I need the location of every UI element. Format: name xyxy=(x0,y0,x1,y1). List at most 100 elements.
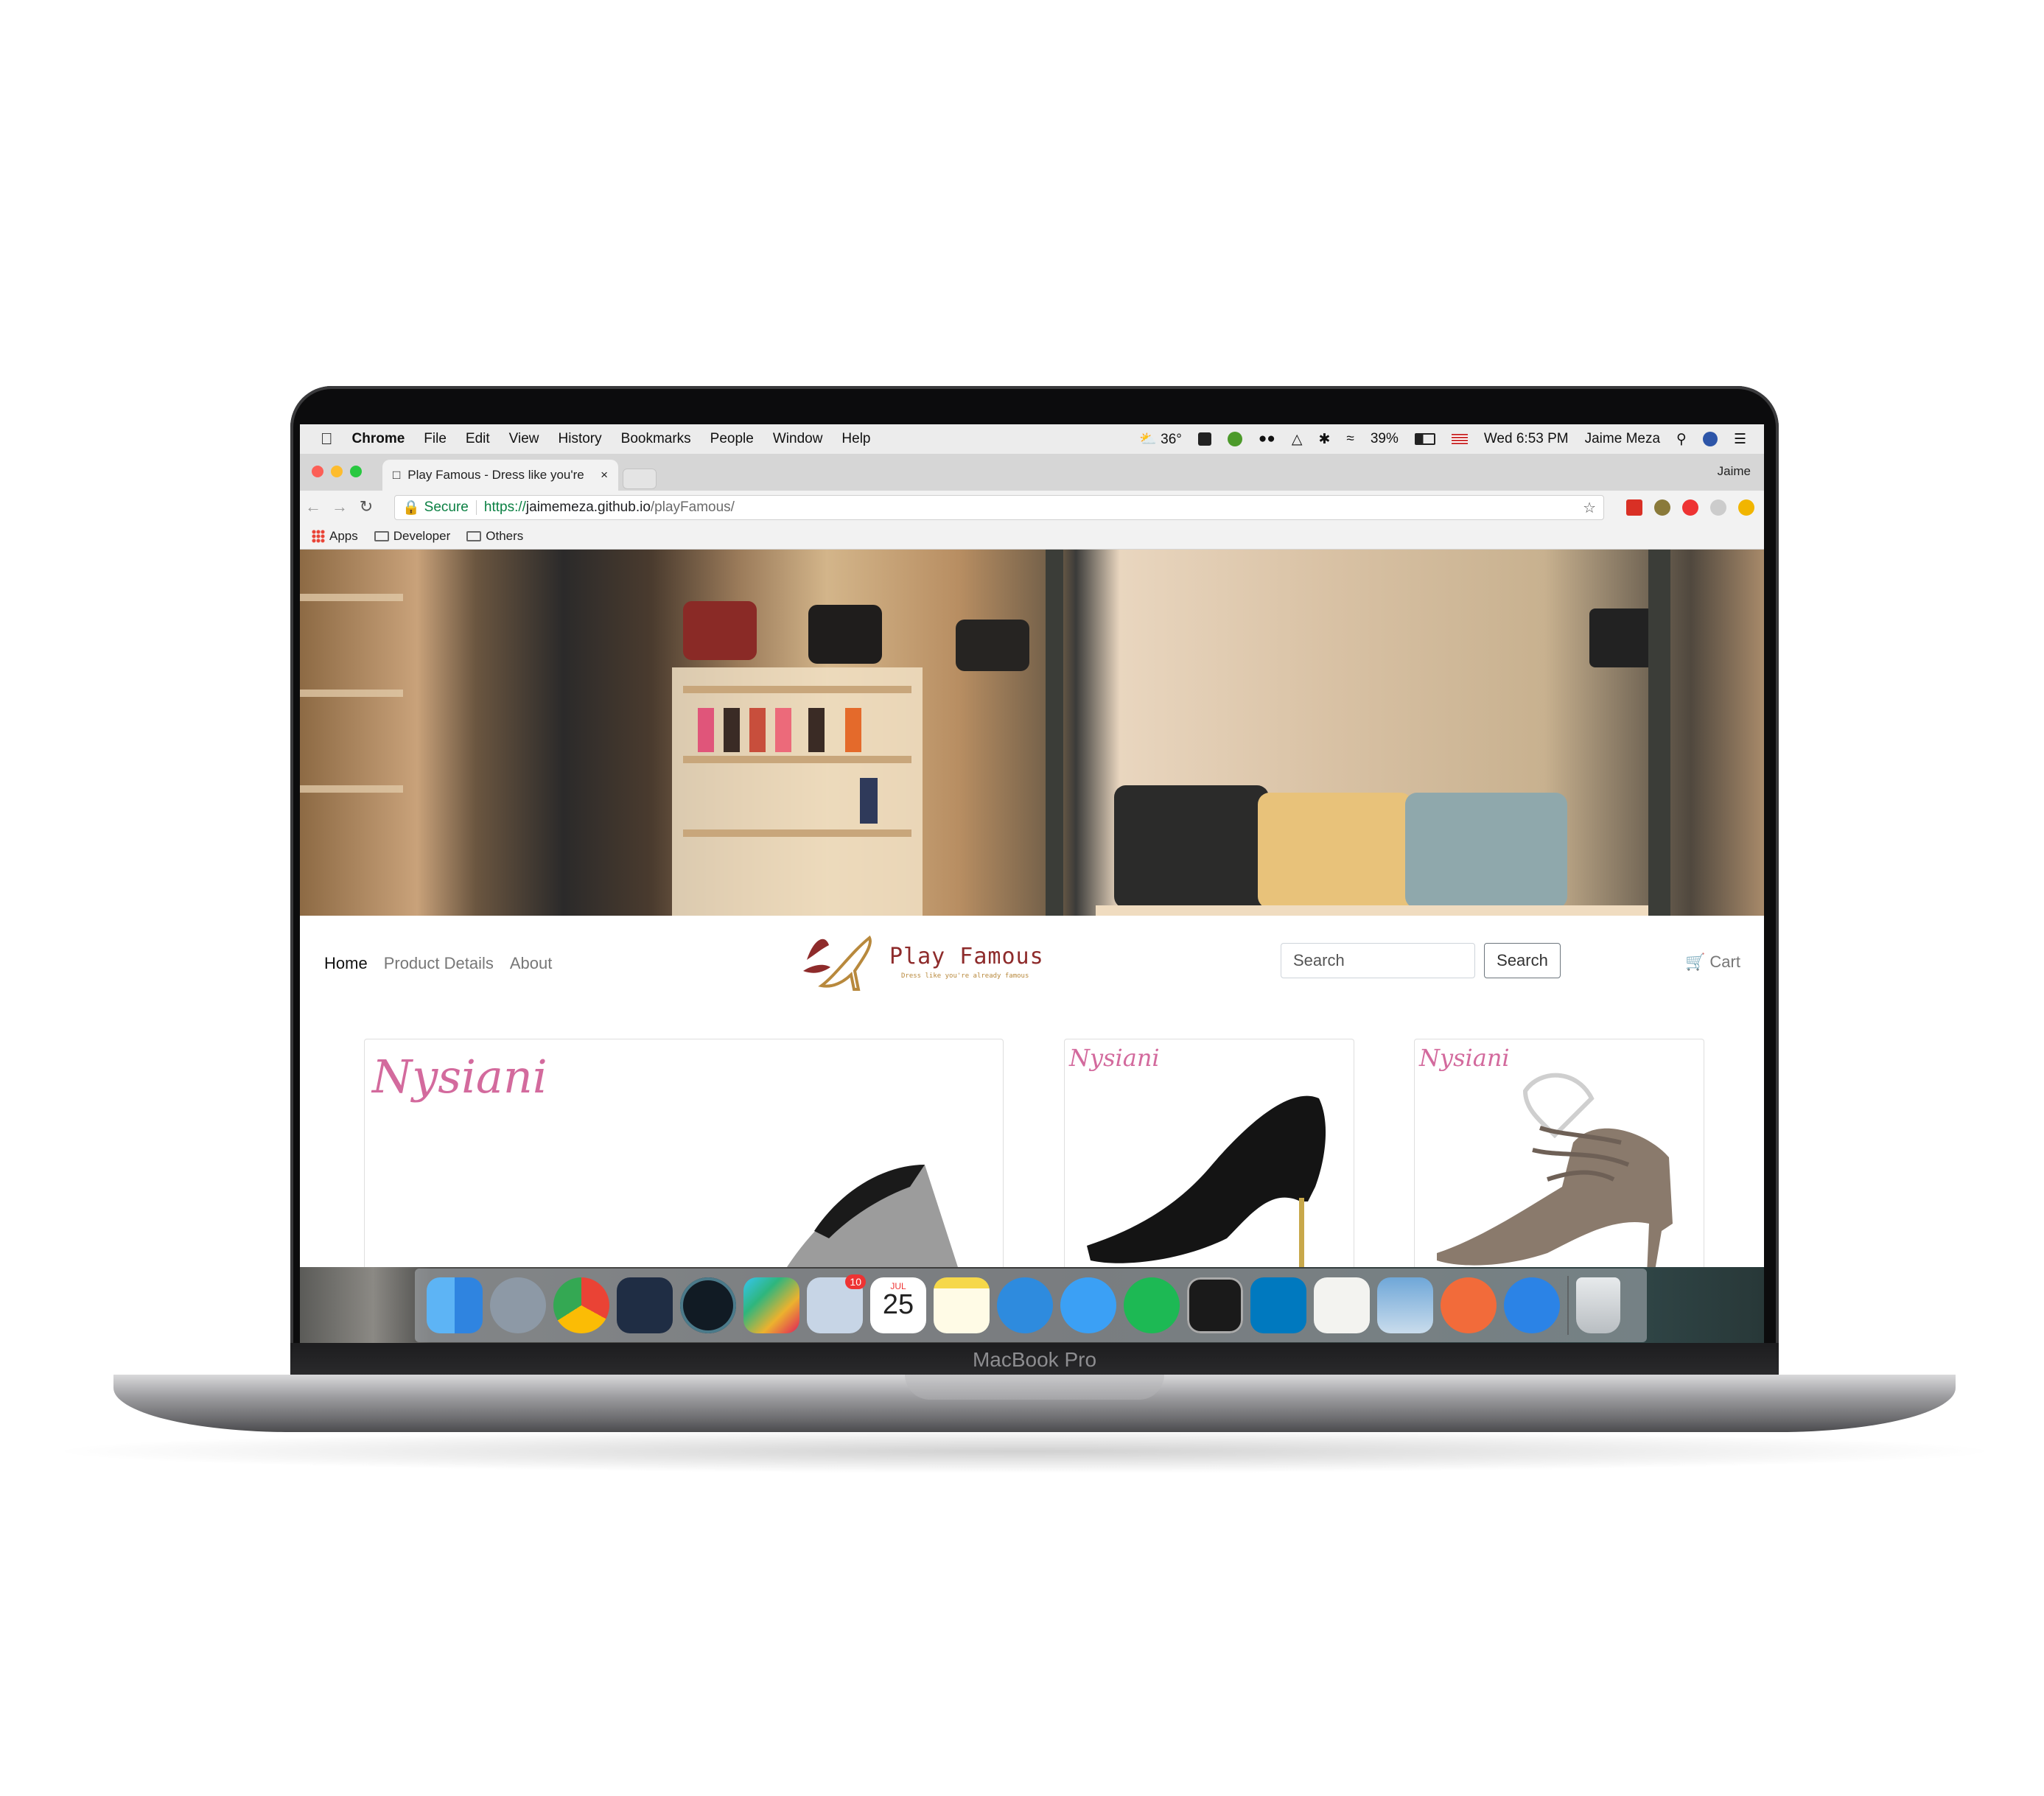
high-heel-logo-icon xyxy=(803,935,872,991)
extension-red-icon[interactable] xyxy=(1626,499,1642,516)
nav-about[interactable]: About xyxy=(510,954,553,973)
us-flag-icon[interactable] xyxy=(1451,434,1468,444)
reload-icon[interactable]: ↻ xyxy=(353,497,379,516)
menu-help[interactable]: Help xyxy=(841,431,870,447)
safari-icon[interactable] xyxy=(1504,1277,1560,1333)
brand-logo[interactable]: Play Famous Dress like you're already fa… xyxy=(799,930,1044,992)
menu-window[interactable]: Window xyxy=(773,431,823,447)
nav-product-details[interactable]: Product Details xyxy=(384,954,494,973)
zoom-window-icon[interactable] xyxy=(350,466,362,477)
textedit-icon[interactable] xyxy=(1314,1277,1370,1333)
terminal-icon[interactable] xyxy=(1187,1277,1243,1333)
mail-bird-icon[interactable]: 10 xyxy=(807,1274,866,1333)
layout-app-icon[interactable] xyxy=(1197,432,1211,446)
slack-icon[interactable] xyxy=(743,1277,799,1333)
mail-badge: 10 xyxy=(845,1274,866,1289)
wifi-icon[interactable]: ≈ xyxy=(1346,431,1354,447)
device-label: MacBook Pro xyxy=(972,1348,1097,1371)
shopping-cart-icon: 🛒 xyxy=(1685,953,1706,971)
airplay-icon[interactable]: △ xyxy=(1292,431,1303,448)
laptop-opening-notch xyxy=(905,1375,1164,1400)
bookmark-others-label: Others xyxy=(486,528,524,543)
extension-yellow-icon[interactable] xyxy=(1738,499,1754,516)
tab-title: Play Famous - Dress like you're xyxy=(407,468,584,482)
page-icon: □ xyxy=(393,468,401,482)
minimize-window-icon[interactable] xyxy=(331,466,343,477)
cart-link[interactable]: 🛒 Cart xyxy=(1685,953,1740,972)
address-bar[interactable]: 🔒 Secure https:// jaimemeza.github.io /p… xyxy=(394,495,1604,520)
calendar-icon[interactable]: JUL 25 xyxy=(870,1277,926,1333)
spotify-icon[interactable] xyxy=(1124,1277,1180,1333)
profile-name[interactable]: Jaime xyxy=(1718,464,1751,479)
menu-view[interactable]: View xyxy=(509,431,539,447)
menu-history[interactable]: History xyxy=(559,431,602,447)
finder-icon[interactable] xyxy=(427,1277,483,1333)
gitkraken-icon[interactable] xyxy=(680,1277,736,1333)
user-name[interactable]: Jaime Meza xyxy=(1585,431,1660,447)
spotlight-search-icon[interactable]: ⚲ xyxy=(1676,431,1687,448)
mac-menu-bar:  Chrome File Edit View History Bookmark… xyxy=(300,424,1764,454)
url-path: /playFamous/ xyxy=(650,499,735,515)
vscode-icon[interactable] xyxy=(617,1277,673,1333)
whatsapp-icon[interactable] xyxy=(1227,432,1242,446)
menu-edit[interactable]: Edit xyxy=(466,431,490,447)
extension-shield-icon[interactable] xyxy=(1654,499,1670,516)
bookmark-star-icon[interactable]: ☆ xyxy=(1583,499,1596,517)
battery-icon xyxy=(1414,433,1435,445)
browser-tab-strip: □ Play Famous - Dress like you're × Jaim… xyxy=(300,454,1764,491)
bookmark-apps-label: Apps xyxy=(329,528,358,543)
back-icon[interactable]: ← xyxy=(300,497,326,516)
close-tab-icon[interactable]: × xyxy=(601,468,608,483)
search-input[interactable] xyxy=(1281,943,1475,978)
bluetooth-icon[interactable]: ✱ xyxy=(1318,431,1330,448)
laptop-chin: MacBook Pro xyxy=(290,1343,1779,1376)
extensions: ⋮ xyxy=(1626,498,1764,516)
trello-icon[interactable] xyxy=(1250,1277,1306,1333)
lock-icon: 🔒 xyxy=(402,500,420,516)
url-host: jaimemeza.github.io xyxy=(525,499,651,515)
brand-name: Play Famous xyxy=(889,943,1044,969)
weather-status[interactable]: ⛅ 36° xyxy=(1139,430,1182,448)
menu-bookmarks[interactable]: Bookmarks xyxy=(621,431,691,447)
extension-gray-icon[interactable] xyxy=(1710,499,1726,516)
tweetbot-icon[interactable] xyxy=(997,1277,1053,1333)
calendar-day: 25 xyxy=(882,1289,914,1320)
brand-tagline: Dress like you're already famous xyxy=(901,972,1029,980)
nav-home[interactable]: Home xyxy=(324,954,368,973)
launchpad-icon[interactable] xyxy=(490,1277,546,1333)
messages-icon[interactable] xyxy=(1060,1277,1116,1333)
menu-people[interactable]: People xyxy=(710,431,754,447)
battery-percent[interactable]: 39% xyxy=(1371,431,1399,447)
browser-tab[interactable]: □ Play Famous - Dress like you're × xyxy=(382,460,618,491)
postman-icon[interactable] xyxy=(1441,1277,1497,1333)
menu-app-name[interactable]: Chrome xyxy=(352,431,405,447)
notes-icon[interactable] xyxy=(934,1277,990,1333)
extension-opera-icon[interactable] xyxy=(1682,499,1698,516)
preview-icon[interactable] xyxy=(1377,1277,1433,1333)
folder-icon xyxy=(374,530,389,541)
notification-center-icon[interactable]: ☰ xyxy=(1734,431,1746,448)
siri-icon[interactable] xyxy=(1702,432,1718,446)
search-button[interactable]: Search xyxy=(1484,943,1561,978)
bookmark-developer[interactable]: Developer xyxy=(374,528,451,544)
cart-label: Cart xyxy=(1709,953,1740,971)
weather-icon: ⛅ xyxy=(1139,432,1157,447)
web-page: Home Product Details About Play Famous D… xyxy=(300,550,1764,1332)
menu-file[interactable]: File xyxy=(424,431,447,447)
mac-dock: 10 JUL 25 xyxy=(415,1269,1647,1342)
bookmark-apps[interactable]: Apps xyxy=(312,529,358,544)
laptop-shadow xyxy=(44,1429,2004,1473)
mustache-icon[interactable]: ●● xyxy=(1259,431,1275,447)
forward-icon[interactable]: → xyxy=(326,497,353,516)
dock-separator xyxy=(1567,1276,1569,1335)
clock[interactable]: Wed 6:53 PM xyxy=(1484,431,1569,447)
apple-icon[interactable]:  xyxy=(321,429,333,449)
secure-label: Secure xyxy=(424,499,469,515)
hero-store-illustration xyxy=(300,550,1670,916)
chrome-icon[interactable] xyxy=(553,1277,609,1333)
trash-icon[interactable] xyxy=(1576,1277,1620,1333)
new-tab-button[interactable] xyxy=(623,469,657,489)
close-window-icon[interactable] xyxy=(312,466,323,477)
bookmark-others[interactable]: Others xyxy=(466,529,523,544)
bookmark-developer-label: Developer xyxy=(393,528,451,543)
